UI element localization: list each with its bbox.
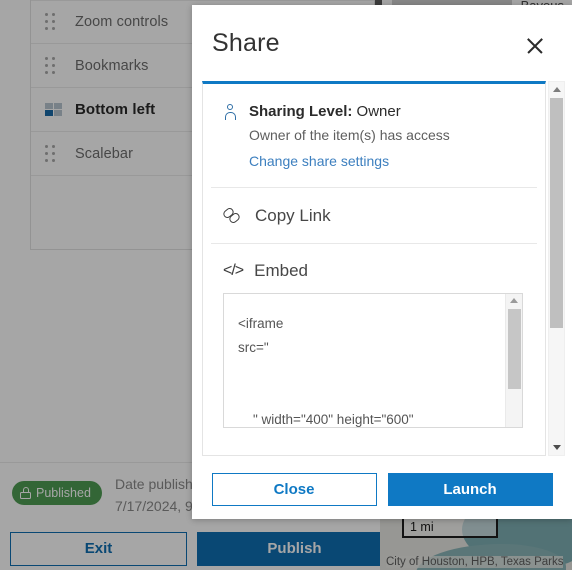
embed-scrollbar[interactable] xyxy=(505,294,522,427)
embed-section: </> Embed <iframe src=" " width="400" he… xyxy=(203,244,545,428)
share-dialog: Share Sharing Level: Owner Owner of the … xyxy=(192,5,572,519)
sharing-level-heading: Sharing Level: Owner xyxy=(223,103,525,120)
close-button[interactable]: Close xyxy=(211,472,377,506)
link-icon xyxy=(221,206,243,225)
sharing-level-prefix: Sharing Level: xyxy=(249,103,353,120)
sharing-level-title: Sharing Level: Owner xyxy=(249,103,401,120)
page-title: Share xyxy=(212,29,280,57)
code-icon: </> xyxy=(223,262,244,279)
embed-heading: </> Embed xyxy=(223,261,525,281)
launch-button[interactable]: Launch xyxy=(387,472,553,506)
app-root: Bayous Zoom controls Bookmarks Bottom le xyxy=(0,0,572,570)
person-icon xyxy=(223,103,238,120)
dialog-content: Sharing Level: Owner Owner of the item(s… xyxy=(202,81,546,456)
close-icon[interactable] xyxy=(522,33,548,59)
dialog-header: Share xyxy=(192,5,572,77)
copy-link-section[interactable]: Copy Link xyxy=(203,188,545,243)
sharing-level-description: Owner of the item(s) has access xyxy=(249,127,450,143)
scroll-down-icon[interactable] xyxy=(552,445,561,450)
scroll-up-icon[interactable] xyxy=(552,87,561,92)
scroll-up-icon[interactable] xyxy=(510,298,518,303)
copy-link-label: Copy Link xyxy=(255,206,331,225)
dialog-scrollbar[interactable] xyxy=(548,81,565,456)
embed-scrollbar-thumb[interactable] xyxy=(508,309,521,389)
sharing-level-value: Owner xyxy=(356,103,401,120)
embed-code-box[interactable]: <iframe src=" " width="400" height="600" xyxy=(223,293,523,428)
change-share-settings-link[interactable]: Change share settings xyxy=(249,153,525,169)
dialog-scrollbar-thumb[interactable] xyxy=(550,98,563,328)
dialog-footer: Close Launch xyxy=(192,459,572,519)
embed-code-text[interactable]: <iframe src=" " width="400" height="600" xyxy=(224,294,502,427)
embed-label: Embed xyxy=(254,261,309,280)
sharing-level-section: Sharing Level: Owner Owner of the item(s… xyxy=(203,84,545,187)
